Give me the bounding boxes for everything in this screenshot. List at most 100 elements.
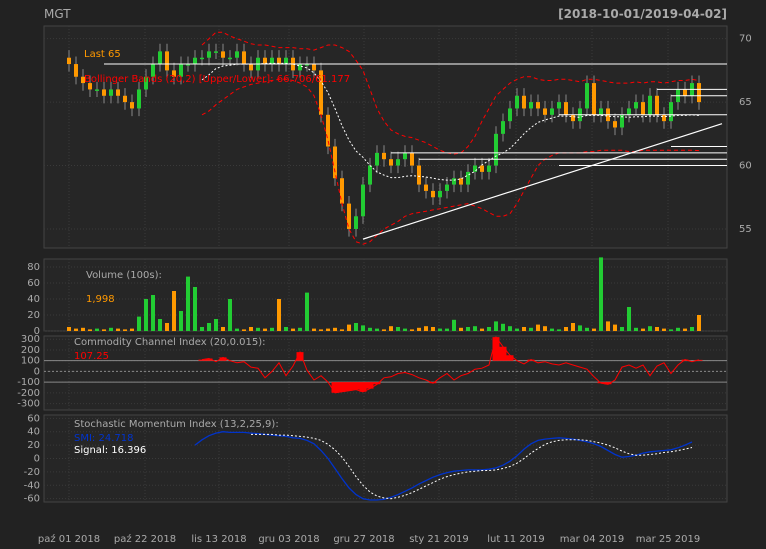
volume-bar <box>319 329 323 331</box>
candle-body <box>410 152 414 166</box>
candle-body <box>536 102 540 109</box>
candle-body <box>641 102 645 115</box>
candle-body <box>130 102 134 109</box>
x-tick-label: paź 22 2018 <box>114 533 176 545</box>
candle-body <box>123 95 127 103</box>
volume-bar <box>326 328 330 331</box>
volume-bar <box>172 291 176 331</box>
candle-body <box>298 64 302 71</box>
volume-bar <box>585 327 589 331</box>
cci-last-label: 107.25 <box>74 351 109 362</box>
volume-bar <box>109 327 113 331</box>
y-tick-label: 55 <box>739 224 752 235</box>
candle-body <box>648 95 652 115</box>
candle-body <box>669 102 673 122</box>
volume-bar <box>116 328 120 331</box>
volume-bar <box>123 329 127 331</box>
candle-body <box>522 95 526 109</box>
candle-body <box>613 121 617 128</box>
candle-body <box>137 89 141 109</box>
candle-body <box>599 108 603 115</box>
smi-signal-label: Signal: 16.396 <box>74 445 146 456</box>
candle-body <box>74 64 78 77</box>
volume-bar <box>424 326 428 331</box>
volume-bar <box>438 328 442 331</box>
volume-bar <box>487 327 491 331</box>
volume-bar <box>697 315 701 331</box>
x-tick-label: gru 27 2018 <box>333 534 394 545</box>
volume-bar <box>207 323 211 331</box>
candle-body <box>228 57 232 60</box>
volume-bar <box>578 325 582 331</box>
volume-bar <box>564 327 568 331</box>
candle-body <box>508 108 512 122</box>
y-tick-label: -100 <box>17 377 40 388</box>
volume-bar <box>445 328 449 331</box>
cci-title: Commodity Channel Index (20,0.015): <box>74 337 266 348</box>
chart-symbol: MGT <box>44 7 71 21</box>
smi-last-label: SMI: 24.718 <box>74 433 133 444</box>
candle-body <box>431 190 435 198</box>
candle-body <box>550 108 554 115</box>
y-tick-label: -200 <box>17 388 40 399</box>
candle-body <box>333 146 337 179</box>
y-tick-label: 0 <box>34 366 40 377</box>
volume-bar <box>515 328 519 331</box>
volume-bar <box>144 299 148 331</box>
candle-body <box>221 51 225 58</box>
candle-body <box>543 108 547 115</box>
volume-bar <box>634 327 638 331</box>
y-tick-label: 80 <box>27 262 40 273</box>
candle-body <box>655 95 659 115</box>
candle-body <box>207 51 211 58</box>
volume-bar <box>536 324 540 331</box>
candle-body <box>557 102 561 109</box>
volume-bar <box>410 329 414 331</box>
volume-bar <box>333 327 337 331</box>
candle-body <box>564 102 568 115</box>
candle-body <box>662 114 666 122</box>
candle-body <box>585 83 589 109</box>
candle-body <box>627 108 631 115</box>
y-tick-label: 40 <box>27 427 40 438</box>
volume-title: Volume (100s): <box>86 270 162 281</box>
y-tick-label: -300 <box>17 399 40 410</box>
candle-body <box>158 51 162 65</box>
candle-body <box>473 165 477 172</box>
volume-bar <box>627 307 631 331</box>
volume-bar <box>529 327 533 331</box>
volume-bar <box>263 328 267 331</box>
candle-body <box>403 152 407 160</box>
volume-bar <box>690 327 694 331</box>
candle-body <box>340 178 344 204</box>
volume-bar <box>158 319 162 331</box>
y-tick-label: 200 <box>21 345 40 356</box>
y-tick-label: 70 <box>739 34 752 45</box>
volume-bar <box>305 292 309 331</box>
volume-bar <box>193 287 197 331</box>
candle-body <box>116 89 120 96</box>
candle-body <box>193 57 197 65</box>
volume-bar <box>557 329 561 331</box>
volume-bar <box>256 327 260 331</box>
x-tick-label: paź 01 2018 <box>38 533 100 545</box>
volume-bar <box>214 319 218 331</box>
volume-bar <box>599 257 603 331</box>
y-tick-label: 20 <box>27 440 40 451</box>
volume-bar <box>466 327 470 331</box>
volume-bar <box>375 328 379 331</box>
volume-bar <box>340 329 344 331</box>
volume-bar <box>662 328 666 331</box>
volume-bar <box>347 324 351 331</box>
volume-bar <box>459 327 463 331</box>
volume-bar <box>242 329 246 331</box>
smi-title: Stochastic Momentum Index (13,2,25,9): <box>74 419 279 430</box>
candle-body <box>67 57 71 65</box>
panel-price <box>43 25 728 249</box>
candle-body <box>102 89 106 96</box>
y-tick-label: 0 <box>34 454 40 465</box>
candle-body <box>382 152 386 160</box>
candle-body <box>242 51 246 65</box>
candle-body <box>375 152 379 166</box>
y-tick-label: 300 <box>21 334 40 345</box>
